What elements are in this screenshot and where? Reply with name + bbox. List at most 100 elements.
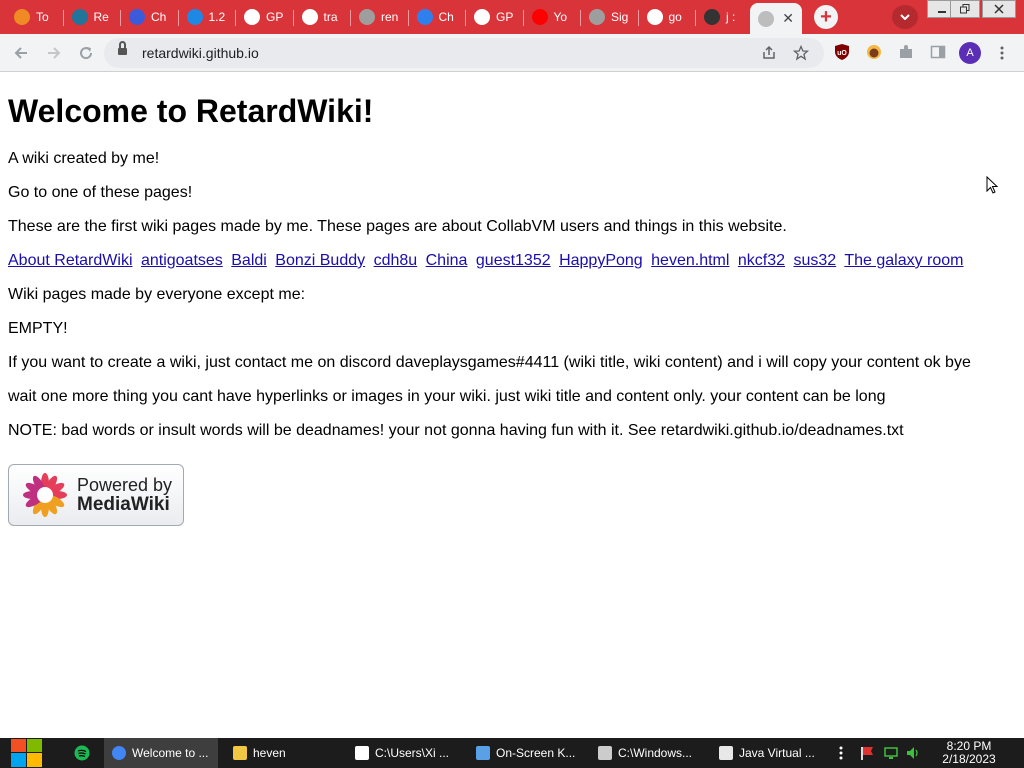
empty-text: EMPTY! (8, 320, 68, 337)
url-text[interactable]: retardwiki.github.io (142, 45, 259, 61)
tab-2[interactable]: Re (64, 3, 121, 31)
taskbar-item-4[interactable]: On-Screen K... (468, 738, 582, 768)
link-happypong[interactable]: HappyPong (559, 252, 643, 269)
tab-label: Sig (611, 10, 629, 24)
tab-search-button[interactable] (892, 5, 918, 29)
note-text: NOTE: bad words or insult words will be … (8, 422, 904, 439)
taskbar-item-label: C:\Windows... (618, 746, 693, 760)
taskbar-item-3[interactable]: C:\Users\Xi ... (347, 738, 461, 768)
tab-8[interactable]: Ch (409, 3, 466, 31)
minimize-icon (938, 11, 946, 13)
chrome-icon (112, 746, 126, 760)
link-galaxy-room[interactable]: The galaxy room (844, 252, 963, 269)
link-china[interactable]: China (426, 252, 468, 269)
everyone-heading: Wiki pages made by everyone except me: (8, 286, 306, 303)
extensions-puzzle-icon[interactable] (897, 43, 915, 61)
side-panel-icon[interactable] (929, 43, 947, 61)
taskbar-item-label: Java Virtual ... (739, 746, 815, 760)
browser-menu-icon[interactable] (996, 42, 1008, 64)
back-button[interactable] (10, 42, 32, 64)
close-tab-icon[interactable]: ✕ (782, 10, 794, 27)
powered-by-mediawiki-badge[interactable]: Powered by MediaWiki (8, 464, 184, 526)
google-g-icon (474, 9, 490, 25)
tab-label: Ch (438, 10, 454, 24)
address-bar[interactable]: retardwiki.github.io (104, 38, 824, 68)
taskbar-item-1[interactable]: Welcome to ... (104, 738, 218, 768)
windows-logo-icon (11, 739, 42, 767)
new-tab-button[interactable]: + (814, 5, 838, 29)
tab-4[interactable]: 1.2 (179, 3, 236, 31)
tab-3[interactable]: Ch (121, 3, 179, 31)
tab-label: To (36, 10, 49, 24)
tab-9[interactable]: GP (466, 3, 524, 31)
taskbar-item-label: C:\Users\Xi ... (375, 746, 450, 760)
tab-11[interactable]: Sig (581, 3, 639, 31)
tab-label: Yo (553, 10, 568, 24)
face-icon (867, 45, 881, 59)
taskbar-item-2[interactable]: heven (225, 738, 339, 768)
link-heven[interactable]: heven.html (651, 252, 729, 269)
restore-button[interactable] (950, 0, 980, 18)
kebab-menu-icon (1000, 46, 1004, 60)
avatar-icon (704, 9, 720, 25)
tab-label: tra (323, 10, 338, 24)
tab-label: ren (381, 10, 399, 24)
link-antigoatses[interactable]: antigoatses (141, 252, 223, 269)
tab-12[interactable]: go (639, 3, 696, 31)
forward-arrow-icon (48, 47, 61, 59)
link-nkcf32[interactable]: nkcf32 (738, 252, 785, 269)
tab-1[interactable]: To (6, 3, 64, 31)
overflow-icon[interactable] (838, 746, 852, 760)
lock-icon[interactable] (118, 41, 127, 57)
start-button[interactable] (10, 738, 43, 768)
forward-button[interactable] (43, 42, 65, 64)
link-about-retardwiki[interactable]: About RetardWiki (8, 252, 133, 269)
folder-icon (233, 746, 247, 760)
system-clock[interactable]: 8:20 PM 2/18/2023 (938, 740, 1000, 766)
page-title: Welcome to RetardWiki! (8, 93, 374, 129)
tab-6[interactable]: tra (294, 3, 351, 31)
tab-7[interactable]: ren (351, 3, 409, 31)
vertical-dots-icon (839, 746, 843, 760)
link-guest1352[interactable]: guest1352 (476, 252, 551, 269)
spotify-pinned[interactable] (66, 738, 100, 768)
speaker-icon (907, 747, 918, 759)
profile-avatar[interactable]: A (959, 42, 981, 64)
shield-icon: uO (835, 44, 849, 60)
svg-text:uO: uO (837, 50, 847, 57)
link-bonzi-buddy[interactable]: Bonzi Buddy (275, 252, 365, 269)
reload-icon (80, 47, 93, 60)
wiki-links: About RetardWiki antigoatses Baldi Bonzi… (8, 252, 1008, 270)
reload-button[interactable] (75, 42, 97, 64)
one-more-text: wait one more thing you cant have hyperl… (8, 388, 886, 405)
tab-10[interactable]: Yo (524, 3, 581, 31)
ublock-icon[interactable]: uO (833, 43, 851, 61)
taskbar: Welcome to ... heven C:\Users\Xi ... On-Scr… (0, 738, 1024, 768)
volume-icon[interactable] (906, 746, 920, 760)
link-cdh8u[interactable]: cdh8u (374, 252, 418, 269)
restore-icon (960, 4, 970, 14)
taskbar-item-6[interactable]: Java Virtual ... (711, 738, 825, 768)
link-sus32[interactable]: sus32 (793, 252, 836, 269)
badge-bottom: MediaWiki (77, 494, 170, 515)
bookmark-star-icon[interactable] (792, 44, 810, 62)
taskbar-item-label: On-Screen K... (496, 746, 576, 760)
extension-avatar-icon[interactable] (865, 43, 883, 61)
taskbar-item-5[interactable]: C:\Windows... (590, 738, 704, 768)
first-pages-text: These are the first wiki pages made by m… (8, 218, 787, 235)
tab-5[interactable]: GP (236, 3, 294, 31)
share-icon[interactable] (760, 44, 778, 62)
tab-active[interactable]: ✕ (750, 3, 802, 34)
network-icon[interactable] (884, 746, 898, 760)
close-window-button[interactable] (982, 0, 1016, 18)
orange-circle-icon (14, 9, 30, 25)
tab-label: 1.2 (208, 10, 226, 24)
mouse-cursor-icon (986, 176, 998, 194)
google-icon (301, 9, 318, 25)
chevron-down-icon (900, 14, 910, 20)
link-baldi[interactable]: Baldi (231, 252, 267, 269)
action-center-flag-icon[interactable] (860, 746, 874, 760)
tab-13[interactable]: j : (696, 3, 754, 31)
globe-icon (589, 9, 605, 25)
globe-icon (359, 9, 375, 25)
